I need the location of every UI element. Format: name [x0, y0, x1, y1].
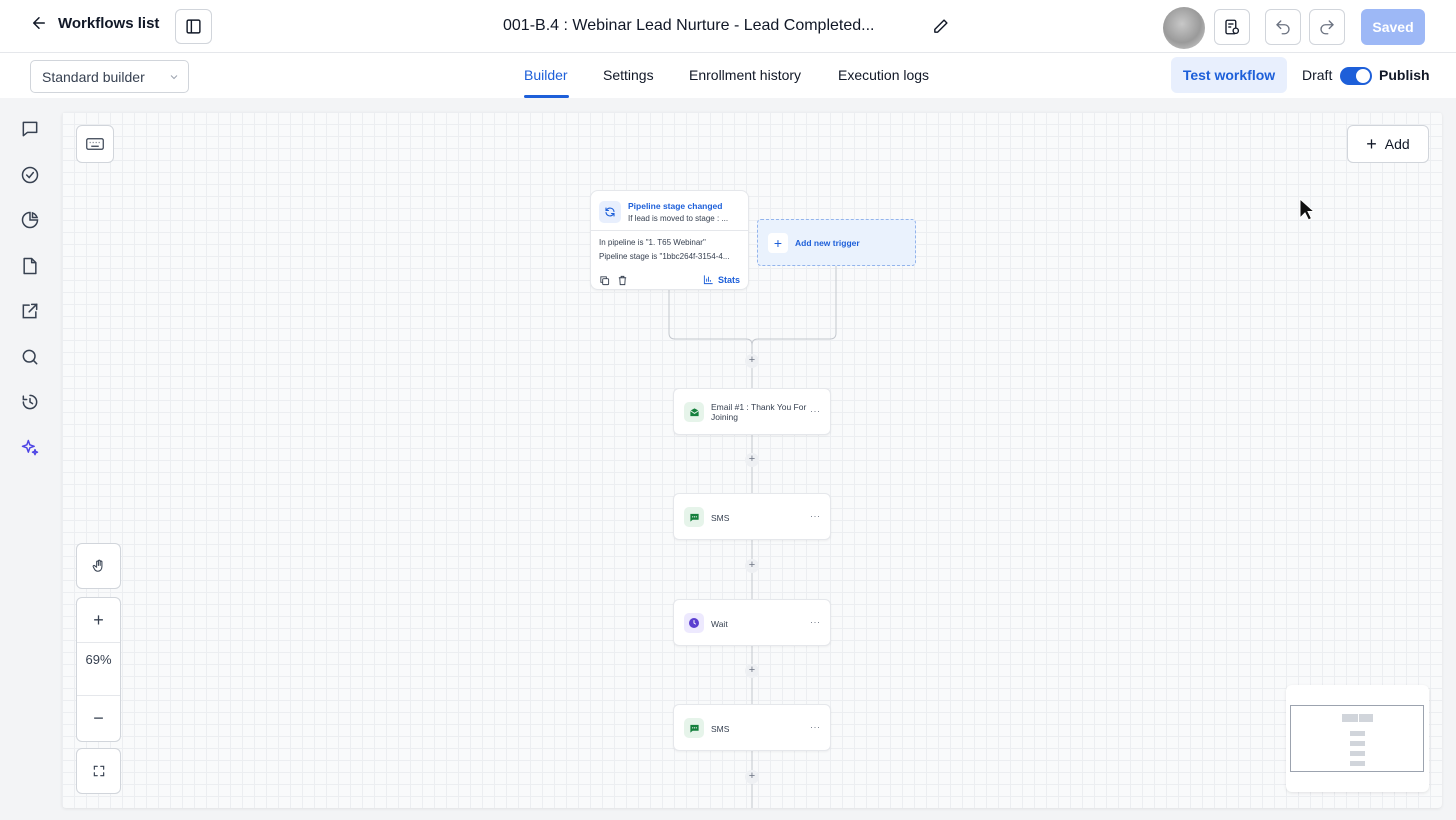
insert-step-button[interactable]: +: [745, 354, 759, 368]
sidebar-icon: [186, 19, 201, 34]
tab-builder[interactable]: Builder: [524, 67, 568, 83]
trigger-card[interactable]: Pipeline stage changed If lead is moved …: [590, 190, 749, 290]
stats-link[interactable]: Stats: [703, 274, 740, 285]
back-to-workflows-link[interactable]: Workflows list: [30, 14, 159, 32]
zoom-out-button[interactable]: −: [77, 696, 120, 740]
top-bar: Workflows list 001-B.4 : Webinar Lead Nu…: [0, 0, 1456, 53]
toggle-knob: [1356, 69, 1370, 83]
add-new-trigger-button[interactable]: + Add new trigger: [757, 219, 916, 266]
active-tab-indicator: [524, 95, 569, 98]
sms-icon: [684, 507, 704, 527]
stats-label: Stats: [718, 274, 741, 285]
insert-step-button[interactable]: +: [745, 559, 759, 573]
builder-type-select[interactable]: Standard builder: [30, 60, 189, 93]
arrow-left-icon: [33, 17, 45, 29]
trigger-condition-pipeline: In pipeline is "1. T65 Webinar": [599, 238, 706, 247]
minimap-node: [1350, 741, 1365, 746]
workflow-title: 001-B.4 : Webinar Lead Nurture - Lead Co…: [503, 17, 875, 34]
expand-icon: [77, 749, 120, 793]
notes-button[interactable]: [1214, 9, 1250, 45]
action-card-sms[interactable]: SMS ···: [673, 493, 831, 540]
minimap-node: [1350, 751, 1365, 756]
redo-icon: [1320, 20, 1334, 35]
action-label: SMS: [711, 513, 730, 523]
plus-icon: +: [768, 233, 788, 253]
zoom-level: 69%: [85, 652, 112, 667]
minimap-node: [1350, 761, 1365, 766]
chat-icon[interactable]: [20, 119, 40, 139]
publish-toggle[interactable]: [1340, 67, 1372, 85]
builder-toolbar: Standard builder Builder Settings Enroll…: [0, 53, 1456, 98]
tab-enrollment-history[interactable]: Enrollment history: [689, 67, 801, 83]
builder-type-value: Standard builder: [42, 69, 145, 85]
fit-view-button[interactable]: [76, 748, 121, 794]
workflow-canvas[interactable]: + Add Pipeline stage changed If lead is …: [62, 112, 1442, 808]
zoom-in-button[interactable]: +: [77, 598, 120, 642]
redo-button[interactable]: [1309, 9, 1345, 45]
clock-icon: [684, 613, 704, 633]
trigger-condition-stage: Pipeline stage is "1bbc264f-3154-4...: [599, 252, 730, 261]
action-card-wait[interactable]: Wait ···: [673, 599, 831, 646]
check-circle-icon[interactable]: [20, 165, 40, 185]
undo-button[interactable]: [1265, 9, 1301, 45]
refresh-icon: [599, 201, 621, 223]
chevron-down-icon: [170, 75, 178, 80]
email-icon: [684, 402, 704, 422]
notes-icon: [1225, 19, 1240, 35]
pie-chart-icon[interactable]: [20, 210, 40, 230]
sparkle-icon[interactable]: [20, 438, 40, 458]
insert-step-button[interactable]: +: [745, 453, 759, 467]
tab-execution-logs[interactable]: Execution logs: [838, 67, 929, 83]
hand-icon: [77, 544, 120, 588]
action-card-sms[interactable]: SMS ···: [673, 704, 831, 751]
more-options-icon[interactable]: ···: [810, 511, 821, 521]
minimap-node: [1359, 714, 1373, 722]
draft-label: Draft: [1302, 67, 1333, 83]
more-options-icon[interactable]: ···: [810, 617, 821, 627]
mouse-cursor-icon: [1299, 198, 1315, 221]
tab-settings[interactable]: Settings: [603, 67, 654, 83]
copy-icon[interactable]: [599, 275, 610, 286]
action-label: Wait: [711, 619, 728, 629]
test-workflow-button[interactable]: Test workflow: [1171, 57, 1287, 93]
saved-button[interactable]: Saved: [1361, 9, 1425, 45]
minimap[interactable]: [1286, 685, 1429, 792]
sms-icon: [684, 718, 704, 738]
edit-title-pencil-icon[interactable]: [932, 18, 949, 35]
add-new-trigger-label: Add new trigger: [795, 238, 860, 248]
insert-step-button[interactable]: +: [745, 770, 759, 784]
trigger-title: Pipeline stage changed: [628, 201, 723, 211]
action-card-email[interactable]: Email #1 : Thank You For Joining ···: [673, 388, 831, 435]
publish-label: Publish: [1379, 67, 1430, 83]
trash-icon[interactable]: [617, 275, 628, 286]
search-icon[interactable]: [20, 347, 40, 367]
minimap-node: [1350, 731, 1365, 736]
back-label: Workflows list: [58, 14, 160, 32]
action-label: SMS: [711, 724, 730, 734]
undo-icon: [1276, 20, 1290, 35]
trigger-header: Pipeline stage changed If lead is moved …: [591, 191, 748, 231]
minimap-node: [1342, 714, 1358, 722]
zoom-controls: + 69% −: [76, 597, 121, 742]
sidebar-toggle-button[interactable]: [175, 9, 212, 44]
external-link-icon[interactable]: [20, 301, 40, 321]
document-icon[interactable]: [20, 256, 40, 276]
more-options-icon[interactable]: ···: [810, 722, 821, 732]
user-avatar[interactable]: [1163, 7, 1205, 49]
trigger-subtitle: If lead is moved to stage : ...: [628, 214, 729, 223]
bar-chart-icon: [703, 275, 713, 285]
pan-tool-button[interactable]: [76, 543, 121, 589]
more-options-icon[interactable]: ···: [810, 406, 821, 416]
history-icon[interactable]: [20, 392, 40, 412]
action-label: Email #1 : Thank You For Joining: [711, 402, 807, 422]
insert-step-button[interactable]: +: [745, 664, 759, 678]
